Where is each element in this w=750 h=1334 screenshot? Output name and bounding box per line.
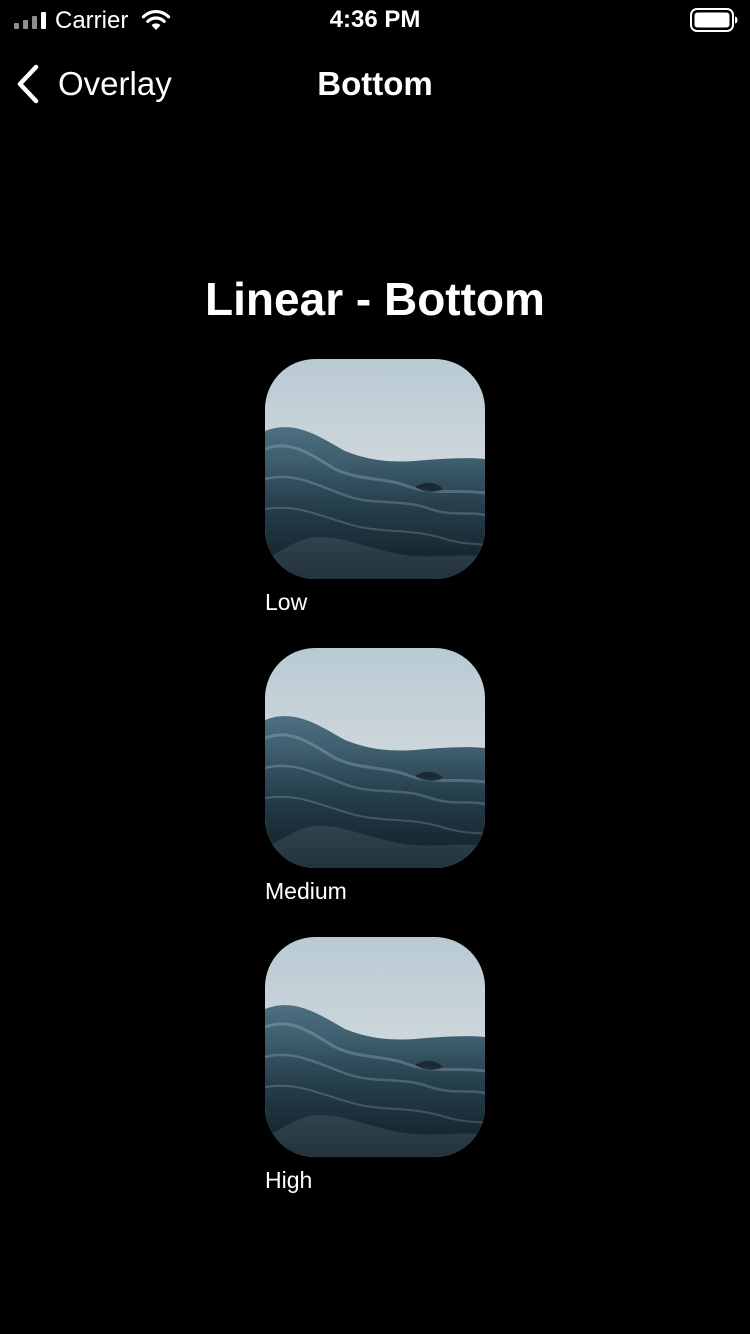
item-label: High bbox=[265, 1167, 313, 1193]
status-time: 4:36 PM bbox=[329, 6, 421, 33]
ocean-wave-image bbox=[265, 648, 485, 868]
list-item: High bbox=[265, 937, 487, 1195]
item-label: Low bbox=[265, 589, 308, 615]
section-title: Linear - Bottom bbox=[205, 273, 545, 325]
item-label: Medium bbox=[265, 878, 347, 904]
ocean-wave-image bbox=[265, 359, 485, 579]
battery-icon bbox=[690, 8, 738, 32]
page-title: Bottom bbox=[317, 65, 433, 102]
list-item: Low bbox=[265, 359, 487, 617]
ocean-wave-image bbox=[265, 937, 485, 1157]
list-item: Medium bbox=[265, 648, 487, 906]
navigation-bar: Overlay Bottom bbox=[0, 40, 750, 128]
status-bar: Carrier 4:36 PM bbox=[0, 0, 750, 40]
